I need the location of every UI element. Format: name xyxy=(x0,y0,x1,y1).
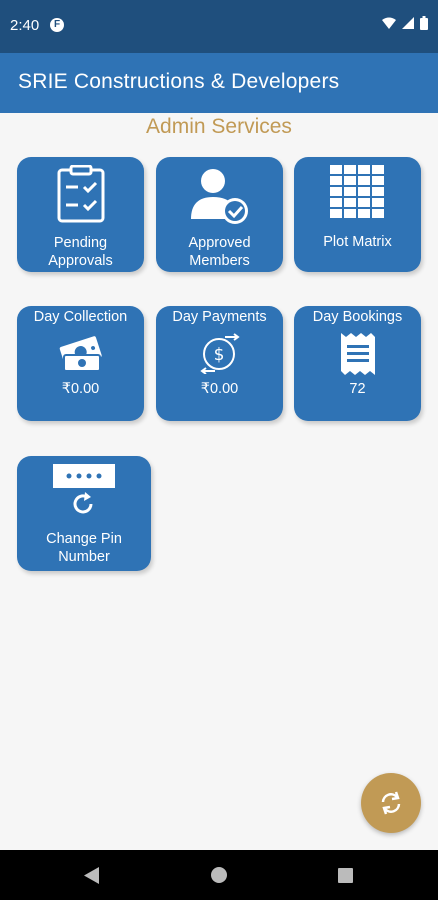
app-title: SRIE Constructions & Developers xyxy=(18,70,340,93)
user-check-icon xyxy=(190,169,248,224)
pin-refresh-icon xyxy=(53,464,115,514)
day-collection-value: ₹0.00 xyxy=(61,381,100,397)
section-title: Admin Services xyxy=(146,115,292,138)
change-pin-tile[interactable]: Change Pin Number xyxy=(17,456,151,571)
day-collection-header: Day Collection xyxy=(33,309,128,325)
plot-matrix-label: Plot Matrix xyxy=(323,234,392,250)
clipboard-checklist-icon xyxy=(57,165,104,223)
status-bar: 2:40 F xyxy=(0,0,438,53)
plot-matrix-tile[interactable]: Plot Matrix xyxy=(294,157,421,272)
svg-text:$: $ xyxy=(213,345,224,365)
day-payments-value: ₹0.00 xyxy=(200,381,239,397)
pending-approvals-tile[interactable]: Pending Approvals xyxy=(17,157,144,272)
back-icon[interactable] xyxy=(84,867,100,884)
battery-icon xyxy=(420,16,428,30)
cash-money-icon xyxy=(59,336,102,372)
day-bookings-header: Day Bookings xyxy=(312,309,403,325)
status-time: 2:40 xyxy=(10,17,40,34)
day-bookings-value: 72 xyxy=(349,381,366,397)
refresh-icon xyxy=(381,791,401,815)
approved-members-tile[interactable]: Approved Members xyxy=(156,157,283,272)
home-icon[interactable] xyxy=(211,867,227,883)
day-bookings-tile[interactable]: Day Bookings 72 xyxy=(294,306,421,421)
wifi-icon xyxy=(382,17,396,29)
grid-table-icon xyxy=(329,165,384,218)
day-payments-header: Day Payments xyxy=(172,309,267,325)
receipt-icon xyxy=(340,333,375,375)
day-collection-tile[interactable]: Day Collection ₹0.00 xyxy=(17,306,144,421)
day-payments-tile[interactable]: Day Payments $ ₹0.00 xyxy=(156,306,283,421)
signal-icon xyxy=(402,17,414,29)
approved-members-label: Approved Members xyxy=(188,235,251,269)
notification-app-icon: F xyxy=(50,18,64,32)
refresh-fab-button[interactable] xyxy=(361,773,421,833)
app-bar: SRIE Constructions & Developers xyxy=(0,53,438,113)
recents-icon[interactable] xyxy=(338,868,353,883)
pending-approvals-label: Pending Approvals xyxy=(48,235,113,269)
change-pin-label: Change Pin Number xyxy=(46,531,122,565)
system-nav-bar xyxy=(0,850,438,900)
status-icons xyxy=(382,16,428,30)
dollar-exchange-icon: $ xyxy=(199,333,240,374)
